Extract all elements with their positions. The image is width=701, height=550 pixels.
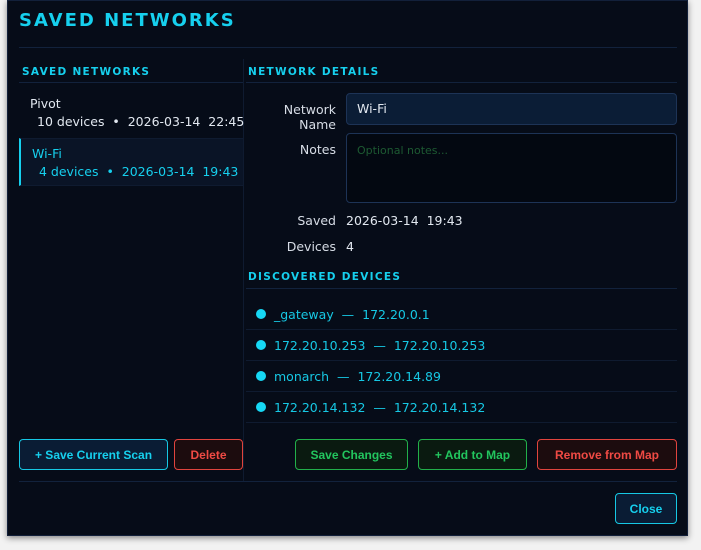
device-row[interactable]: 172.20.14.132 — 172.20.14.132: [246, 392, 677, 423]
device-text: 172.20.10.253 — 172.20.10.253: [274, 337, 486, 353]
divider: [246, 82, 677, 83]
network-name: Pivot: [30, 96, 61, 111]
status-dot-icon: [256, 371, 266, 381]
close-button[interactable]: Close: [615, 493, 677, 524]
divider: [19, 47, 677, 48]
devices-label: Devices: [286, 239, 336, 254]
delete-button[interactable]: Delete: [174, 439, 243, 470]
network-details-header: NETWORK DETAILS: [248, 66, 380, 78]
save-changes-button[interactable]: Save Changes: [295, 439, 408, 470]
divider: [246, 288, 677, 289]
device-row[interactable]: _gateway — 172.20.0.1: [246, 299, 677, 330]
network-item-wifi[interactable]: Wi-Fi 4 devices • 2026-03-14 19:43: [19, 138, 243, 186]
device-row[interactable]: 172.20.10.253 — 172.20.10.253: [246, 330, 677, 361]
device-row[interactable]: monarch — 172.20.14.89: [246, 361, 677, 392]
status-dot-icon: [256, 402, 266, 412]
save-current-scan-button[interactable]: + Save Current Scan: [19, 439, 168, 470]
divider: [19, 82, 243, 83]
network-name-label: Network Name: [283, 102, 336, 132]
saved-networks-header: SAVED NETWORKS: [22, 66, 151, 78]
saved-networks-dialog: SAVED NETWORKS SAVED NETWORKS Pivot 10 d…: [7, 0, 688, 536]
status-dot-icon: [256, 340, 266, 350]
status-dot-icon: [256, 309, 266, 319]
network-meta: 4 devices • 2026-03-14 19:43: [39, 164, 239, 179]
saved-value: 2026-03-14 19:43: [346, 213, 463, 228]
dialog-title: SAVED NETWORKS: [19, 10, 236, 31]
device-text: monarch — 172.20.14.89: [274, 368, 441, 384]
network-item-pivot[interactable]: Pivot 10 devices • 2026-03-14 22:45: [19, 93, 245, 137]
devices-value: 4: [346, 239, 354, 254]
device-text: _gateway — 172.20.0.1: [274, 306, 430, 322]
notes-label: Notes: [299, 142, 336, 157]
device-text: 172.20.14.132 — 172.20.14.132: [274, 399, 486, 415]
remove-from-map-button[interactable]: Remove from Map: [537, 439, 677, 470]
network-name-input[interactable]: Wi-Fi: [346, 93, 677, 125]
network-name: Wi-Fi: [32, 146, 62, 161]
add-to-map-button[interactable]: + Add to Map: [418, 439, 527, 470]
notes-textarea[interactable]: Optional notes...: [346, 133, 677, 203]
divider: [19, 481, 677, 482]
discovered-devices-header: DISCOVERED DEVICES: [248, 271, 402, 283]
network-meta: 10 devices • 2026-03-14 22:45: [37, 114, 245, 129]
saved-label: Saved: [297, 213, 336, 228]
